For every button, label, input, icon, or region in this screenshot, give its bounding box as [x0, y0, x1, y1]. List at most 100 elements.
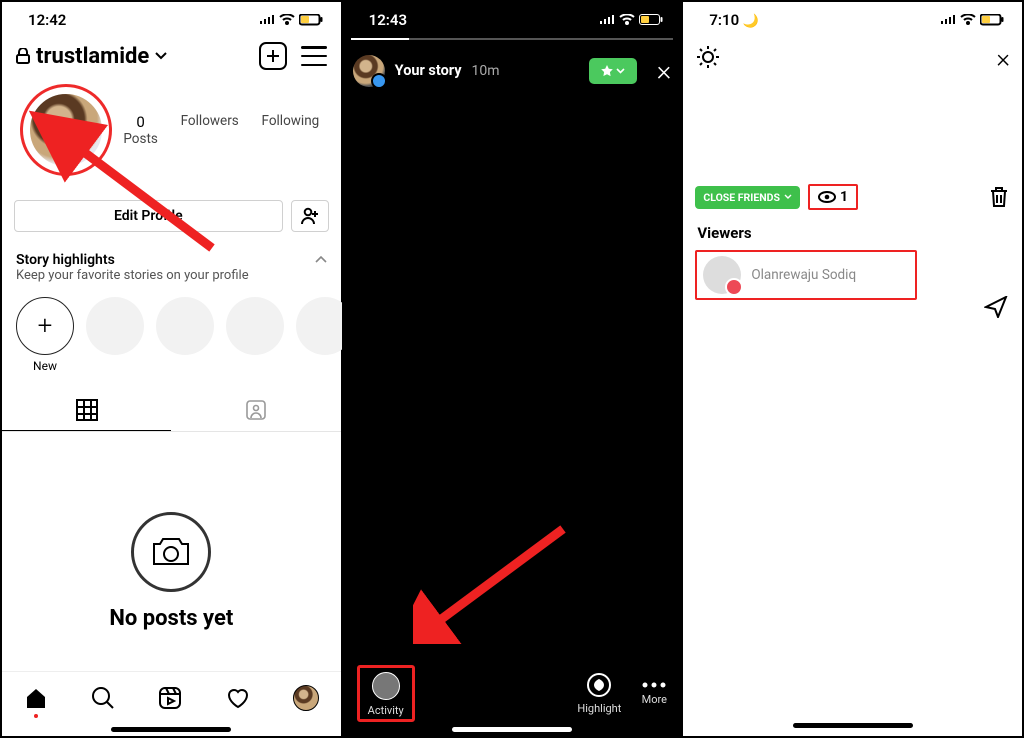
- posts-count: 0: [123, 113, 157, 131]
- close-friends-pill[interactable]: CLOSE FRIENDS: [695, 186, 800, 209]
- status-bar: 12:42: [2, 2, 341, 38]
- avatar-image: [29, 93, 103, 167]
- nav-profile[interactable]: [293, 685, 319, 711]
- highlight-placeholder: [156, 297, 214, 373]
- stat-posts[interactable]: 0 Posts: [123, 113, 157, 147]
- profile-avatar[interactable]: [20, 84, 112, 176]
- home-icon: [24, 686, 48, 710]
- close-button[interactable]: ×: [996, 44, 1010, 74]
- edit-profile-button[interactable]: Edit Profile: [14, 200, 283, 232]
- menu-button[interactable]: [301, 46, 327, 66]
- activity-button[interactable]: Activity: [357, 665, 415, 722]
- controls-row: CLOSE FRIENDS 1: [683, 170, 1022, 216]
- grid-icon: [76, 399, 98, 421]
- cellular-icon: [940, 14, 956, 26]
- cellular-icon: [599, 14, 615, 26]
- empty-text: No posts yet: [109, 606, 233, 631]
- settings-button[interactable]: [695, 44, 721, 70]
- view-count-number: 1: [840, 189, 848, 205]
- status-time-group: 7:10 🌙: [709, 11, 759, 29]
- chevron-down-icon: [784, 194, 792, 200]
- star-icon: [600, 64, 614, 78]
- progress-fill: [351, 38, 409, 40]
- battery-icon: [639, 14, 663, 26]
- home-indicator: [111, 727, 231, 732]
- tab-grid[interactable]: [2, 389, 171, 431]
- highlights-row[interactable]: + New: [2, 287, 341, 377]
- username-text: trustlamide: [36, 44, 149, 69]
- empty-state: No posts yet: [2, 432, 341, 671]
- nav-activity[interactable]: [226, 687, 250, 709]
- chevron-up-icon[interactable]: [315, 256, 327, 264]
- profile-tabs: [2, 389, 341, 432]
- more-icon: [641, 681, 667, 689]
- highlight-icon: [586, 672, 612, 698]
- viewer-row[interactable]: Olanrewaju Sodiq: [695, 250, 917, 300]
- bottom-nav: [2, 671, 341, 723]
- tagged-icon: [245, 399, 267, 421]
- view-count[interactable]: 1: [808, 184, 858, 210]
- stats-row: 0 Posts Followers Following: [2, 78, 341, 182]
- status-time: 12:43: [369, 11, 407, 29]
- nav-search[interactable]: [91, 686, 115, 710]
- screen-story: 12:43 Your story 10m × Activity Highligh…: [342, 1, 683, 737]
- more-button[interactable]: More: [641, 681, 667, 706]
- dnd-moon-icon: 🌙: [743, 14, 759, 29]
- battery-icon: [299, 14, 323, 26]
- heart-icon: [226, 687, 250, 709]
- highlight-label: Highlight: [577, 702, 621, 715]
- close-friends-badge[interactable]: [589, 58, 637, 84]
- highlights-title: Story highlights: [16, 252, 115, 268]
- highlight-button[interactable]: Highlight: [577, 672, 621, 715]
- wifi-icon: [279, 14, 295, 26]
- create-button[interactable]: [259, 42, 287, 70]
- battery-icon: [980, 14, 1004, 26]
- search-icon: [91, 686, 115, 710]
- nav-reels[interactable]: [158, 686, 182, 710]
- story-time: 10m: [472, 63, 500, 79]
- activity-label: Activity: [368, 704, 404, 717]
- status-time: 12:42: [28, 11, 66, 29]
- screen-viewers: 7:10 🌙 1 1 × CLOSE FRIENDS: [682, 1, 1023, 737]
- stats: 0 Posts Followers Following: [112, 113, 331, 147]
- wifi-icon: [619, 14, 635, 26]
- highlights-section: Story highlights Keep your favorite stor…: [2, 242, 341, 287]
- profile-header: trustlamide: [2, 38, 341, 78]
- thumb-view-count: 1: [820, 135, 840, 148]
- highlight-new[interactable]: + New: [16, 297, 74, 373]
- story-footer: Activity Highlight More: [343, 662, 682, 736]
- following-label: Following: [262, 113, 320, 129]
- close-button[interactable]: ×: [657, 54, 672, 87]
- viewer-avatar: [703, 256, 741, 294]
- highlight-placeholder: [86, 297, 144, 373]
- eye-icon: [820, 138, 832, 146]
- edit-row: Edit Profile: [2, 182, 341, 242]
- story-content[interactable]: [343, 95, 682, 662]
- stat-following[interactable]: Following: [262, 113, 320, 147]
- viewers-heading: Viewers: [683, 216, 1022, 248]
- status-time: 7:10: [709, 11, 739, 29]
- followers-label: Followers: [181, 113, 239, 129]
- viewer-name: Olanrewaju Sodiq: [751, 267, 856, 283]
- cf-label: CLOSE FRIENDS: [703, 191, 780, 204]
- story-title: Your story: [395, 62, 462, 79]
- camera-circle: [131, 512, 211, 592]
- camera-icon: [150, 535, 192, 569]
- nav-home[interactable]: [24, 686, 48, 710]
- username-dropdown[interactable]: trustlamide: [16, 44, 167, 69]
- add-friend-icon: [300, 207, 320, 225]
- discover-people-button[interactable]: [291, 200, 329, 232]
- chevron-down-icon: [155, 52, 167, 60]
- stat-followers[interactable]: Followers: [181, 113, 239, 147]
- home-indicator: [452, 727, 572, 732]
- plus-icon: +: [16, 297, 74, 355]
- story-avatar[interactable]: [353, 55, 385, 87]
- delete-button[interactable]: [988, 185, 1010, 209]
- cellular-icon: [259, 14, 275, 26]
- status-bar: 12:43: [343, 2, 682, 38]
- share-button[interactable]: [984, 296, 1008, 318]
- wifi-icon: [960, 14, 976, 26]
- chevron-down-icon: [616, 68, 625, 74]
- lock-icon: [16, 48, 30, 64]
- tab-tagged[interactable]: [171, 389, 340, 431]
